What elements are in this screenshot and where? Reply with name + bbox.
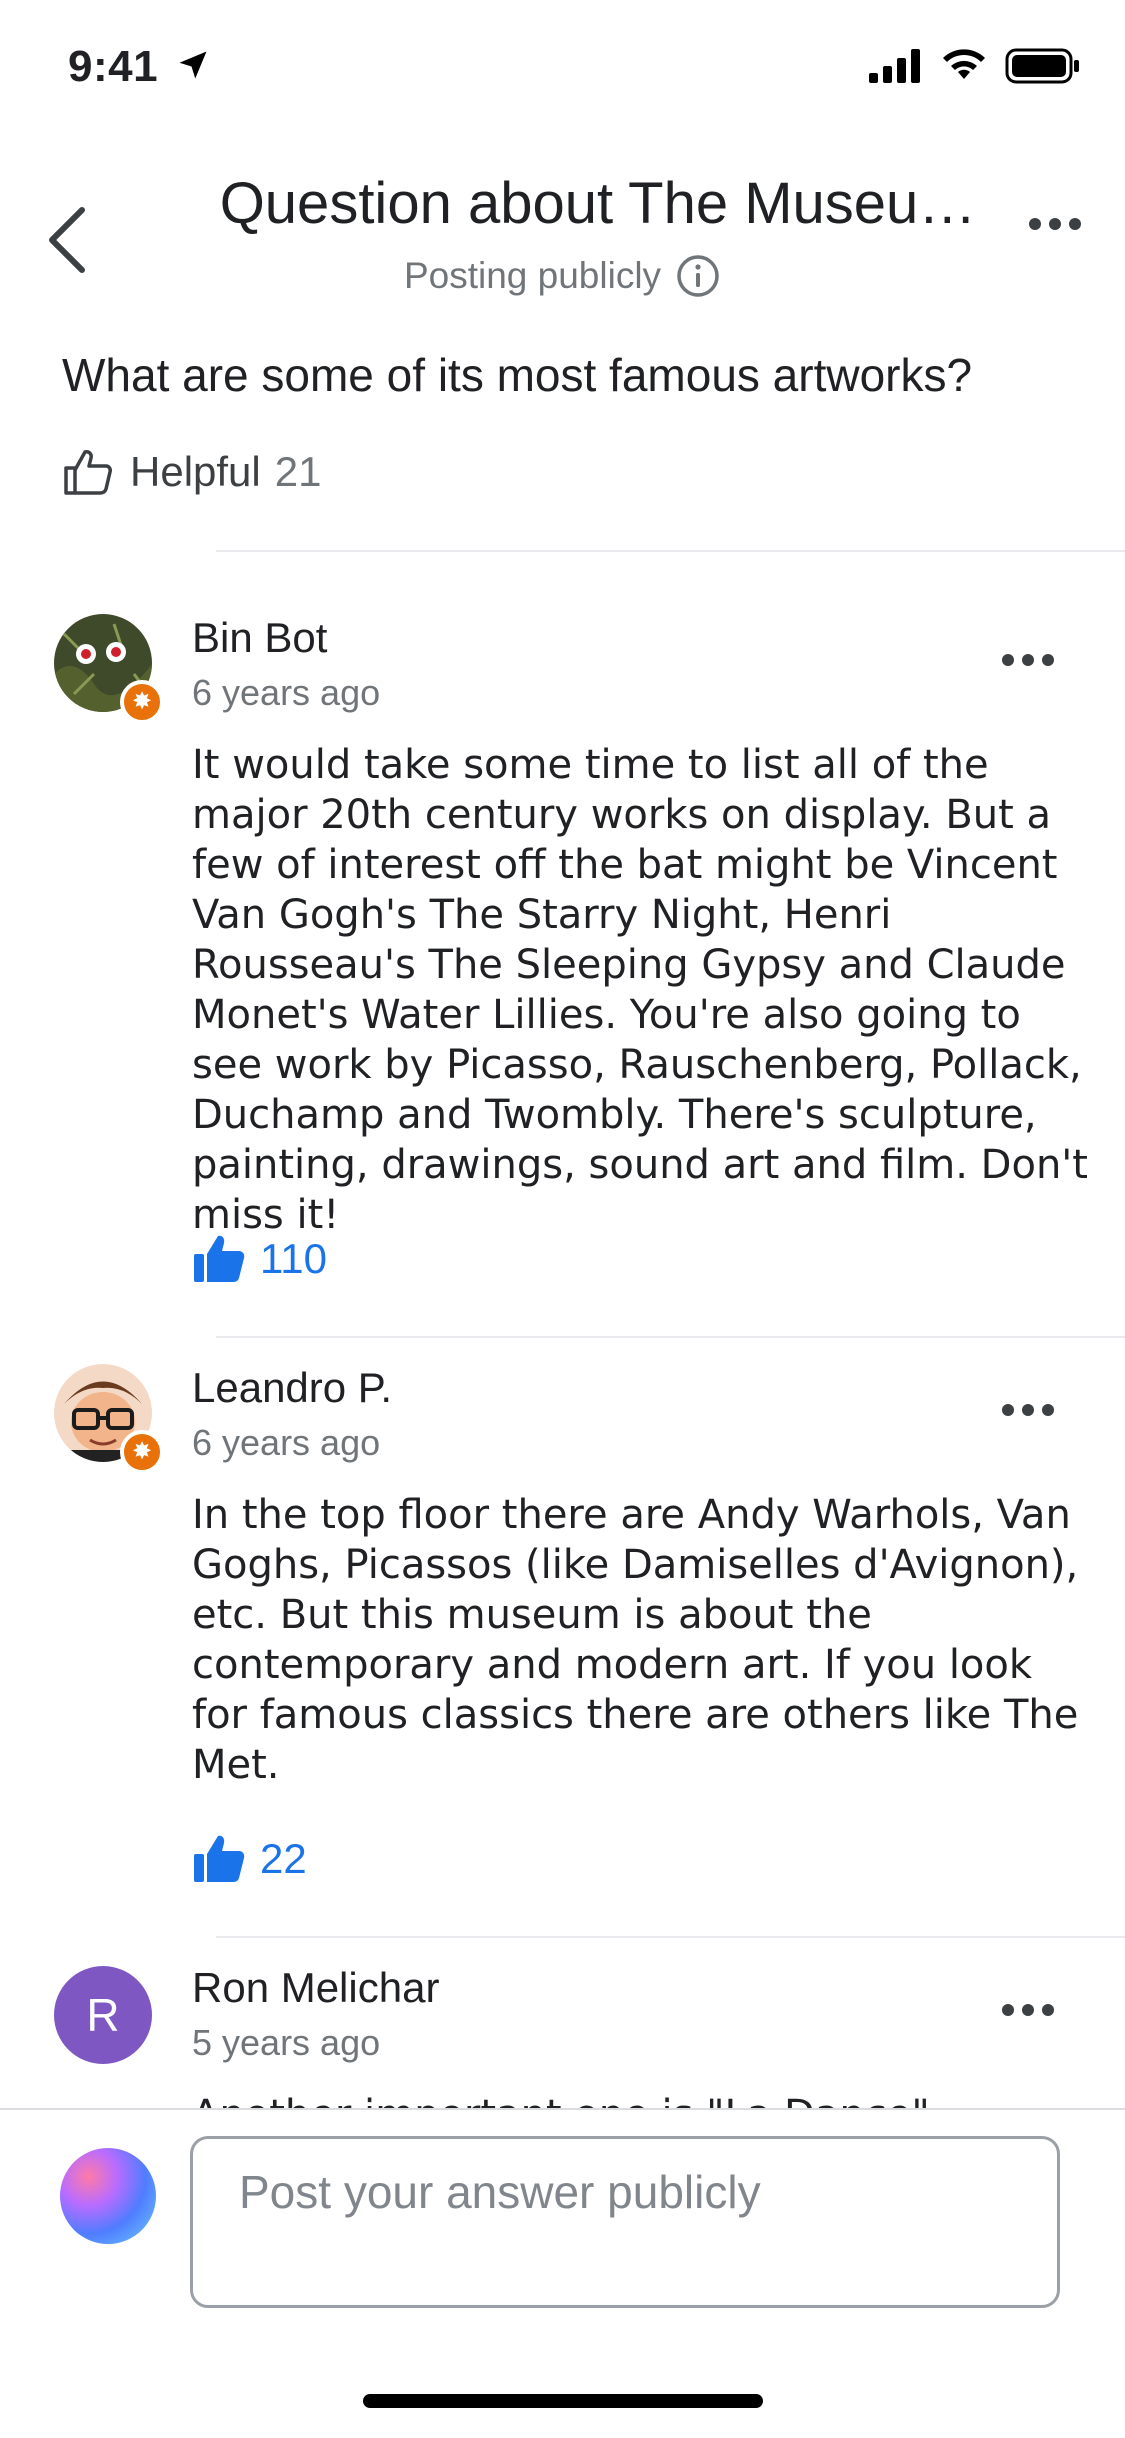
posting-visibility: Posting publicly <box>0 253 1125 299</box>
answer-author: Ron Melichar <box>192 1964 440 2011</box>
answer-more-button[interactable] <box>1000 2002 1060 2022</box>
answer-body: Another important one is "La Dance" <box>192 2090 1092 2108</box>
answer-like-count: 22 <box>260 1835 307 1882</box>
more-horizontal-icon <box>1002 654 1054 666</box>
location-arrow-icon <box>179 51 207 79</box>
wifi-icon <box>943 49 985 79</box>
question-text: What are some of its most famous artwork… <box>62 349 973 401</box>
avatar[interactable]: R <box>54 1966 152 2064</box>
answer-time: 6 years ago <box>192 672 381 713</box>
answer-like-count: 110 <box>260 1235 327 1282</box>
helpful-count: 21 <box>274 448 322 495</box>
answer-author: Leandro P. <box>192 1364 393 1411</box>
user-avatar[interactable] <box>60 2148 156 2244</box>
answer-time: 5 years ago <box>192 2022 381 2063</box>
answer-body: It would take some time to list all of t… <box>192 742 1088 1238</box>
answer-input[interactable]: Post your answer publicly <box>190 2136 1060 2308</box>
answer-like-button[interactable]: 110 <box>192 1234 327 1284</box>
cellular-signal-icon <box>869 49 920 83</box>
answer-more-button[interactable] <box>1000 1402 1060 1422</box>
more-horizontal-icon <box>1002 2004 1054 2016</box>
status-icons <box>869 48 1081 84</box>
top-contributor-badge-icon: ✸ <box>120 1430 164 1474</box>
posting-visibility-label: Posting publicly <box>403 255 662 296</box>
answer-author: Bin Bot <box>192 614 328 661</box>
answer-more-button[interactable] <box>1000 652 1060 672</box>
more-options-button[interactable] <box>1027 216 1083 237</box>
top-contributor-badge-icon: ✸ <box>120 680 164 724</box>
thumbs-up-filled-icon <box>194 1235 245 1282</box>
thumbs-up-outline-icon <box>64 450 112 495</box>
more-horizontal-icon <box>1029 218 1081 230</box>
divider <box>216 550 1125 552</box>
answer-time: 6 years ago <box>192 1422 381 1463</box>
thumbs-up-filled-icon <box>194 1835 245 1882</box>
helpful-label: Helpful <box>130 448 261 495</box>
status-time: 9:41 <box>68 42 211 92</box>
answer-body: In the top floor there are Andy Warhols,… <box>192 1492 1079 1788</box>
home-indicator <box>363 2394 763 2408</box>
page-title: Question about The Museu… <box>219 171 977 236</box>
answer-2-avatar-wrap[interactable]: ✸ <box>54 1364 164 1474</box>
battery-icon <box>1005 48 1079 84</box>
answer-1-avatar-wrap[interactable]: ✸ <box>54 614 164 724</box>
divider <box>216 1336 1125 1338</box>
divider <box>216 1936 1125 1938</box>
more-horizontal-icon <box>1002 1404 1054 1416</box>
info-icon[interactable] <box>675 253 721 299</box>
answer-like-button[interactable]: 22 <box>192 1834 307 1884</box>
helpful-button[interactable]: Helpful 21 <box>62 448 321 496</box>
